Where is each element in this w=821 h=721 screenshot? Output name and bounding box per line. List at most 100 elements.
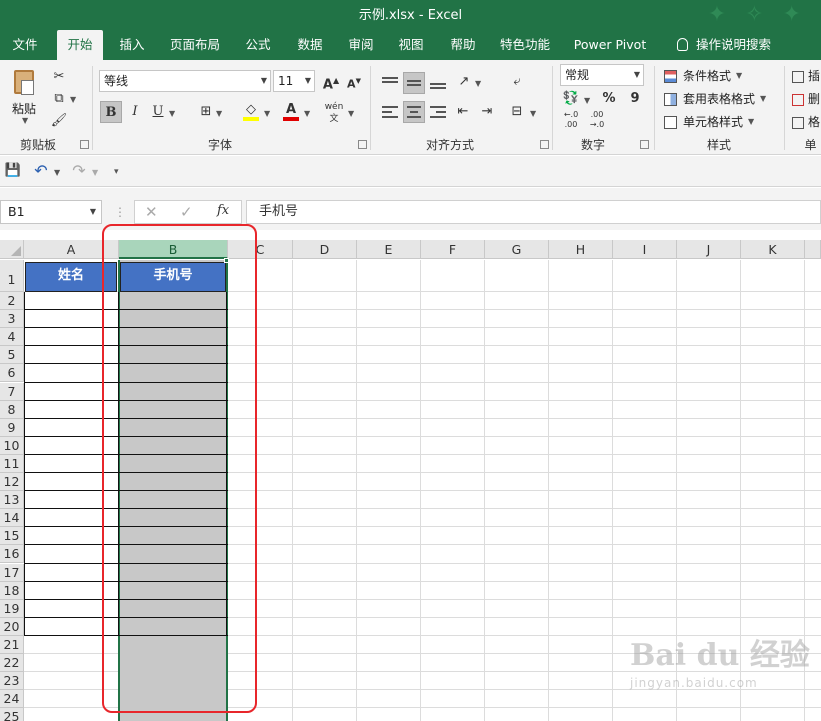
number-launcher-icon[interactable] [640,140,649,149]
tab-formulas[interactable]: 公式 [238,30,278,60]
row-header-10[interactable]: 10 [0,436,24,455]
font-color-dropdown-icon[interactable]: ▼ [304,109,310,118]
column-header-i[interactable]: I [613,240,677,259]
redo-icon[interactable]: ↷ [68,160,90,182]
tab-file[interactable]: 文件 [4,30,46,60]
row-header-8[interactable]: 8 [0,400,24,419]
column-header-d[interactable]: D [293,240,357,259]
tab-data[interactable]: 数据 [290,30,330,60]
enter-icon[interactable]: ✓ [180,203,193,221]
comma-style-button[interactable]: 9 [624,88,646,110]
column-header-k[interactable]: K [741,240,805,259]
clipboard-launcher-icon[interactable] [80,140,89,149]
column-header-e[interactable]: E [357,240,421,259]
accounting-format-icon[interactable]: 💱 [560,88,582,110]
cancel-icon[interactable]: ✕ [145,203,158,221]
format-as-table-button[interactable]: 套用表格格式 ▼ [664,89,774,109]
wrap-text-icon[interactable]: ⤶ [506,71,528,93]
decrease-decimal-button[interactable]: .00 →.0 [586,110,608,132]
align-bottom-icon[interactable] [427,72,449,94]
tab-power-pivot[interactable]: Power Pivot [570,30,650,60]
font-family-select[interactable]: 等线 ▼ [99,70,271,92]
row-header-3[interactable]: 3 [0,310,24,329]
undo-dropdown-icon[interactable]: ▼ [54,168,60,177]
increase-indent-icon[interactable]: ⇥ [476,101,498,123]
font-size-select[interactable]: 11 ▼ [273,70,315,92]
tab-review[interactable]: 审阅 [341,30,381,60]
alignment-launcher-icon[interactable] [540,140,549,149]
row-header-4[interactable]: 4 [0,328,24,347]
orientation-dropdown-icon[interactable]: ▼ [475,79,481,88]
row-header-16[interactable]: 16 [0,545,24,564]
paste-button[interactable]: 粘贴 ▼ [8,66,42,126]
tab-insert[interactable]: 插入 [112,30,152,60]
number-format-select[interactable]: 常规 ▼ [560,64,644,86]
customize-qat-icon[interactable]: ▾ [114,167,119,177]
row-header-24[interactable]: 24 [0,690,24,709]
row-header-2[interactable]: 2 [0,292,24,311]
tab-page-layout[interactable]: 页面布局 [165,30,225,60]
save-icon[interactable]: 💾 [2,160,24,182]
row-header-21[interactable]: 21 [0,635,24,654]
row-header-14[interactable]: 14 [0,509,24,528]
row-header-5[interactable]: 5 [0,346,24,365]
cut-icon[interactable]: ✂ [48,66,70,88]
accounting-dropdown-icon[interactable]: ▼ [584,96,590,105]
merge-center-icon[interactable]: ⊟ [506,101,528,123]
tab-view[interactable]: 视图 [391,30,431,60]
underline-button[interactable]: U [147,101,169,123]
row-header-7[interactable]: 7 [0,382,24,401]
borders-dropdown-icon[interactable]: ▼ [216,109,222,118]
merge-dropdown-icon[interactable]: ▼ [530,109,536,118]
font-color-icon[interactable]: A [280,99,302,121]
tell-me-search[interactable]: 操作说明搜索 [668,30,780,60]
copy-icon[interactable]: ⧉ [48,88,70,110]
row-header-1[interactable]: 1 [0,260,24,292]
fill-dropdown-icon[interactable]: ▼ [264,109,270,118]
row-header-11[interactable]: 11 [0,454,24,473]
column-header-h[interactable]: H [549,240,613,259]
cell-styles-button[interactable]: 单元格样式 ▼ [664,112,774,132]
row-header-20[interactable]: 20 [0,617,24,636]
format-painter-icon[interactable]: 🖌 [48,110,70,132]
row-header-18[interactable]: 18 [0,581,24,600]
row-header-15[interactable]: 15 [0,527,24,546]
conditional-formatting-button[interactable]: 条件格式 ▼ [664,66,774,86]
phonetic-dropdown-icon[interactable]: ▼ [348,109,354,118]
increase-decimal-button[interactable]: ←.0 .00 [560,110,582,132]
formula-input[interactable]: 手机号 [246,200,821,224]
row-header-13[interactable]: 13 [0,491,24,510]
align-middle-icon[interactable] [403,72,425,94]
row-header-25[interactable]: 25 [0,708,24,721]
copy-dropdown-icon[interactable]: ▼ [70,95,76,104]
fill-color-icon[interactable]: ◇ [240,99,262,121]
column-header-l[interactable] [805,240,821,259]
insert-function-button[interactable]: fx [217,203,229,218]
column-header-g[interactable]: G [485,240,549,259]
italic-button[interactable]: I [124,101,146,123]
bold-button[interactable]: B [100,101,122,123]
percent-style-button[interactable]: % [598,88,620,110]
tab-home[interactable]: 开始 [57,30,103,60]
grow-font-icon[interactable]: A▲ [320,70,342,92]
font-launcher-icon[interactable] [358,140,367,149]
phonetic-icon[interactable]: wén 文 [323,101,345,124]
undo-icon[interactable]: ↶ [30,160,52,182]
tab-help[interactable]: 帮助 [443,30,483,60]
select-all-button[interactable] [0,240,24,259]
row-header-9[interactable]: 9 [0,418,24,437]
redo-dropdown-icon[interactable]: ▼ [92,168,98,177]
column-header-f[interactable]: F [421,240,485,259]
underline-dropdown-icon[interactable]: ▼ [169,109,175,118]
delete-cells-button[interactable]: 删 [792,89,821,109]
insert-cells-button[interactable]: 插 [792,66,821,86]
borders-icon[interactable]: ⊞ [195,101,217,123]
align-right-icon[interactable] [427,101,449,123]
orientation-icon[interactable]: ↗ [453,71,475,93]
row-header-12[interactable]: 12 [0,473,24,492]
column-header-j[interactable]: J [677,240,741,259]
row-header-19[interactable]: 19 [0,599,24,618]
row-header-17[interactable]: 17 [0,563,24,582]
name-box[interactable]: B1 ▼ [0,200,102,224]
row-header-23[interactable]: 23 [0,672,24,691]
